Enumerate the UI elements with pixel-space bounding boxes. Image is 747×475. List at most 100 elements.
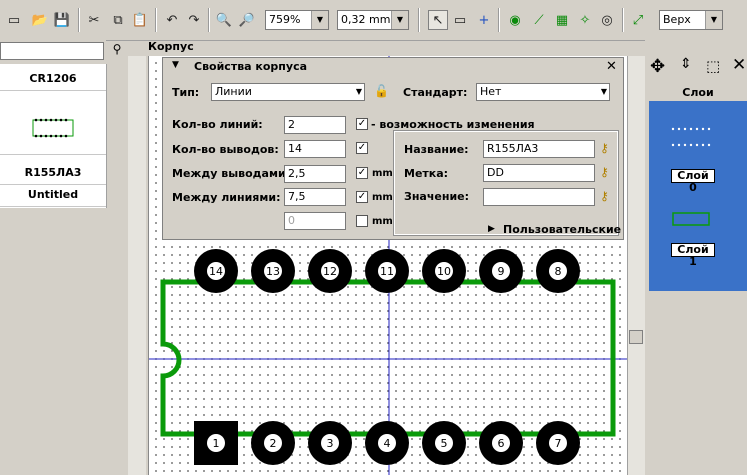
change-possible-label: - возможность изменения: [371, 118, 535, 131]
polygon-icon[interactable]: ▦: [552, 10, 572, 30]
pad[interactable]: 9: [479, 249, 523, 293]
pin-pitch-checkbox[interactable]: ✓: [356, 167, 368, 179]
chevron-down-icon[interactable]: ▼: [391, 11, 408, 29]
zoom-fit-icon[interactable]: 🔎: [237, 10, 257, 30]
redo-icon[interactable]: ↷: [184, 10, 204, 30]
key-icon[interactable]: ⚷: [600, 189, 609, 203]
mark-label: Метка:: [404, 167, 449, 180]
pin-pitch-input[interactable]: 2,5: [284, 165, 346, 183]
grid-step-select[interactable]: 0,32 mm ▼: [337, 10, 409, 30]
binoculars-icon[interactable]: ⚲: [108, 42, 126, 60]
close-icon[interactable]: ✕: [606, 59, 617, 74]
package-outline: [160, 279, 616, 437]
pad[interactable]: 3: [308, 421, 352, 465]
layers-header: Слои: [649, 86, 747, 100]
new-file-icon[interactable]: ▭: [4, 10, 24, 30]
vertical-scrollbar[interactable]: [627, 56, 645, 475]
pad[interactable]: 7: [536, 421, 580, 465]
open-folder-icon[interactable]: 📂: [30, 10, 50, 30]
dimension-icon[interactable]: ⤢: [628, 10, 648, 30]
type-value: Линии: [215, 85, 252, 98]
track-icon[interactable]: ⟋: [529, 10, 549, 30]
footprint-thumbnail: [32, 118, 74, 138]
close-icon[interactable]: ✕: [732, 55, 746, 75]
select-frame-icon[interactable]: ⬚: [706, 57, 720, 75]
list-item[interactable]: Untitled: [0, 184, 106, 207]
custom-properties-toggle[interactable]: Пользовательские: [503, 223, 621, 236]
name-input[interactable]: R155ЛА3: [483, 140, 595, 158]
layer-item[interactable]: Слой 0: [653, 105, 747, 194]
collapse-triangle-icon[interactable]: ▼: [172, 60, 179, 70]
copy-icon[interactable]: ⧉: [108, 10, 128, 30]
cut-icon[interactable]: ✂: [84, 10, 104, 30]
line-pitch-input[interactable]: 7,5: [284, 188, 346, 206]
pad[interactable]: 8: [536, 249, 580, 293]
pin-number: 1: [213, 437, 220, 450]
zoom-in-icon[interactable]: 🔍: [214, 10, 234, 30]
line-pitch-checkbox[interactable]: ✓: [356, 191, 368, 203]
key-icon[interactable]: ⚷: [600, 165, 609, 179]
footprint-preview[interactable]: [0, 92, 106, 155]
expand-triangle-icon[interactable]: ▶: [488, 224, 495, 234]
pin-number: 13: [266, 265, 280, 278]
zoom-select[interactable]: 759% ▼: [265, 10, 329, 30]
pins-change-checkbox[interactable]: ✓: [356, 142, 368, 154]
pad-icon[interactable]: ◉: [505, 10, 525, 30]
pin-number: 3: [327, 437, 334, 450]
undo-icon[interactable]: ↶: [162, 10, 182, 30]
pin-number: 14: [209, 265, 223, 278]
library-list: CR1206 R155ЛА3 Untitled: [0, 64, 107, 208]
key-icon[interactable]: ⚷: [600, 141, 609, 155]
pad[interactable]: 4: [365, 421, 409, 465]
pad[interactable]: 10: [422, 249, 466, 293]
pin-number: 4: [384, 437, 391, 450]
pins-count-label: Кол-во выводов:: [172, 143, 279, 156]
lines-change-checkbox[interactable]: ✓: [356, 118, 368, 130]
lines-count-label: Кол-во линий:: [172, 118, 263, 131]
pad[interactable]: 11: [365, 249, 409, 293]
side-value: Верх: [663, 13, 691, 26]
pad[interactable]: 13: [251, 249, 295, 293]
type-select[interactable]: Линии ▼: [211, 83, 365, 101]
chevron-down-icon[interactable]: ▼: [601, 84, 607, 100]
layer-preview: [671, 127, 711, 147]
connection-icon[interactable]: ✧: [575, 10, 595, 30]
pin-number: 6: [498, 437, 505, 450]
save-icon[interactable]: 💾: [52, 10, 72, 30]
library-search-input[interactable]: [0, 42, 104, 60]
pad[interactable]: 1: [194, 421, 238, 465]
move-icon[interactable]: ✥: [650, 56, 665, 77]
layer-label: Слой 0: [671, 169, 715, 194]
layer-item[interactable]: Слой 1: [653, 193, 747, 268]
side-select[interactable]: Верх ▼: [659, 10, 723, 30]
scroll-thumb[interactable]: [629, 330, 643, 344]
pad[interactable]: 12: [308, 249, 352, 293]
updown-icon[interactable]: ⇕: [680, 56, 692, 72]
pins-count-input[interactable]: 14: [284, 140, 346, 158]
list-item[interactable]: R155ЛА3: [0, 162, 106, 185]
layer-label: Слой 1: [671, 243, 715, 268]
lines-count-input[interactable]: 2: [284, 116, 346, 134]
chevron-down-icon[interactable]: ▼: [311, 11, 328, 29]
via-icon[interactable]: ◎: [597, 10, 617, 30]
select-arrow-icon[interactable]: ↖: [428, 10, 448, 30]
standard-select[interactable]: Нет ▼: [476, 83, 610, 101]
chevron-down-icon[interactable]: ▼: [705, 11, 722, 29]
extra-checkbox[interactable]: [356, 215, 368, 227]
measure-icon[interactable]: ▭: [450, 10, 470, 30]
list-item[interactable]: CR1206: [0, 68, 106, 91]
chevron-down-icon[interactable]: ▼: [356, 84, 362, 100]
name-label: Название:: [404, 143, 469, 156]
extra-input[interactable]: 0: [284, 212, 346, 230]
pin-number: 7: [555, 437, 562, 450]
lock-icon[interactable]: 🔓: [374, 84, 389, 98]
crosshair-icon[interactable]: +: [474, 10, 494, 30]
layer-preview: [672, 212, 710, 226]
mark-input[interactable]: DD: [483, 164, 595, 182]
pad[interactable]: 5: [422, 421, 466, 465]
pad[interactable]: 2: [251, 421, 295, 465]
paste-icon[interactable]: 📋: [130, 10, 150, 30]
pad[interactable]: 6: [479, 421, 523, 465]
value-input[interactable]: [483, 188, 595, 206]
pad[interactable]: 14: [194, 249, 238, 293]
